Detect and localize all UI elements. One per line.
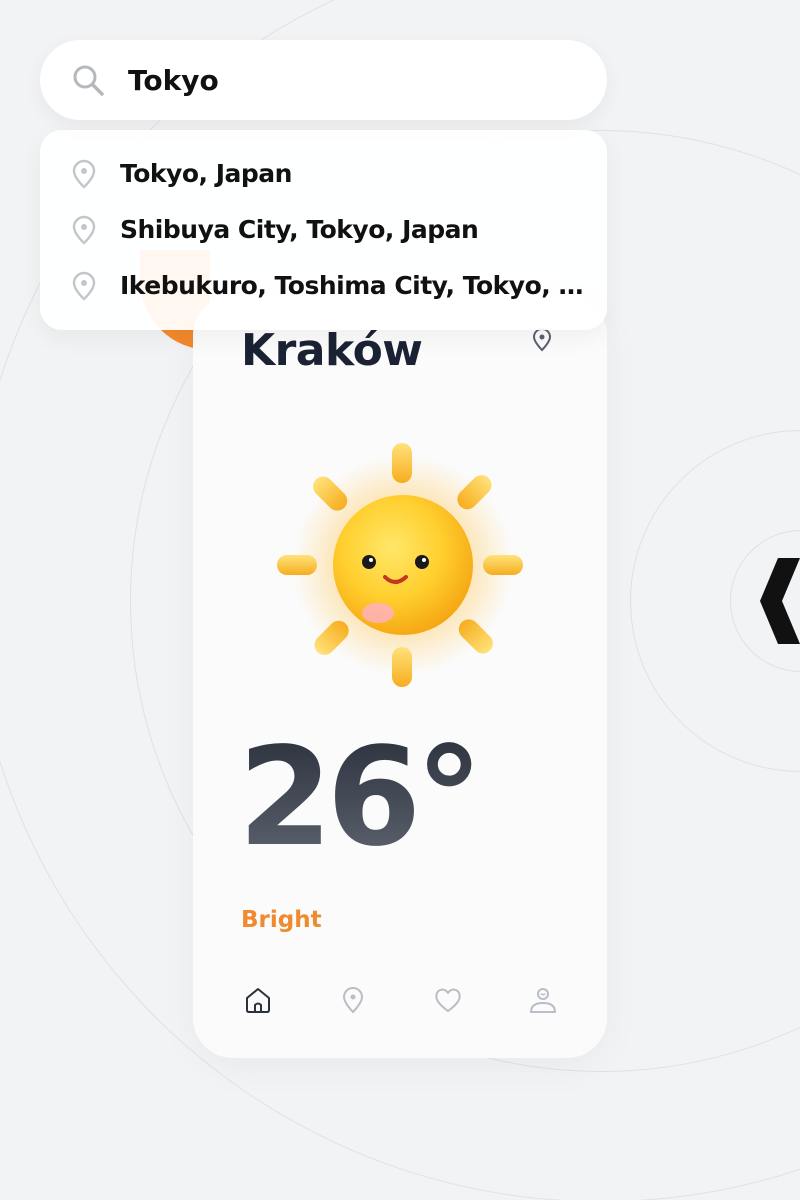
search-result-label: Ikebukuro, Toshima City, Tokyo, Japan bbox=[120, 271, 590, 300]
search-result-item[interactable]: Shibuya City, Tokyo, Japan bbox=[40, 202, 607, 258]
app-canvas: Kraków 26° Bright Tokyo Tokyo, Japan Shi… bbox=[0, 0, 800, 1200]
search-result-item[interactable]: Ikebukuro, Toshima City, Tokyo, Japan bbox=[40, 258, 607, 314]
location-pin-icon[interactable] bbox=[338, 985, 368, 1015]
brand-logo-icon bbox=[760, 558, 800, 644]
search-result-item[interactable]: Tokyo, Japan bbox=[40, 146, 607, 202]
location-pin-icon bbox=[72, 159, 96, 189]
bottom-nav bbox=[233, 985, 573, 1015]
city-name: Kraków bbox=[241, 325, 423, 376]
weather-condition: Bright bbox=[241, 907, 322, 933]
user-icon[interactable] bbox=[528, 985, 558, 1015]
location-pin-icon[interactable] bbox=[530, 327, 554, 353]
home-icon[interactable] bbox=[243, 985, 273, 1015]
location-pin-icon bbox=[72, 271, 96, 301]
search-result-label: Shibuya City, Tokyo, Japan bbox=[120, 215, 479, 244]
search-input[interactable] bbox=[128, 58, 568, 102]
sun-illustration-icon bbox=[277, 443, 523, 687]
search-results-dropdown: Tokyo, Japan Shibuya City, Tokyo, Japan … bbox=[40, 130, 607, 330]
search-icon bbox=[73, 65, 104, 96]
weather-card: Kraków 26° Bright bbox=[193, 295, 607, 1058]
location-pin-icon bbox=[72, 215, 96, 245]
search-result-label: Tokyo, Japan bbox=[120, 159, 292, 188]
temperature-value: 26° bbox=[238, 719, 483, 877]
heart-icon[interactable] bbox=[433, 985, 463, 1015]
search-bar[interactable] bbox=[40, 40, 607, 120]
